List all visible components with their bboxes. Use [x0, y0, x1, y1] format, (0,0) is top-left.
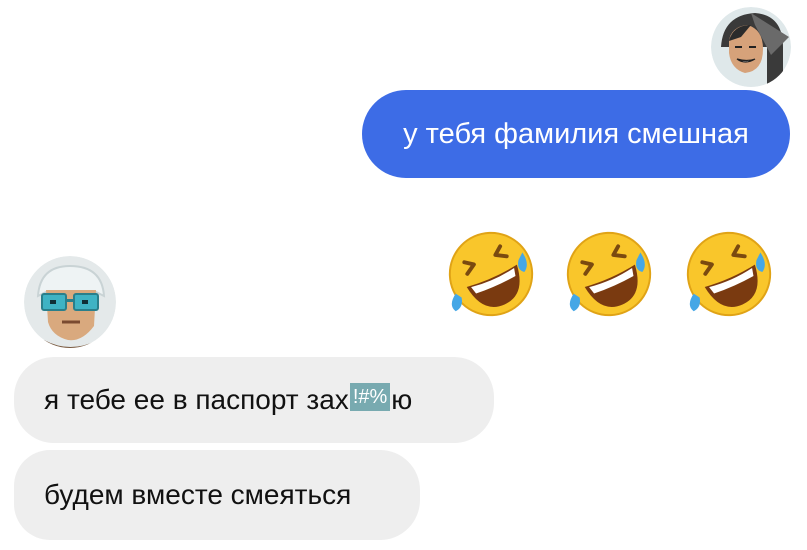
incoming-message-text-start: я тебе ее в паспорт зах: [44, 384, 349, 415]
incoming-message-text-end: ю: [391, 384, 413, 415]
outgoing-message-bubble[interactable]: у тебя фамилия смешная: [362, 90, 790, 178]
outgoing-message-text: у тебя фамилия смешная: [403, 117, 749, 150]
rofl-emoji-1: [442, 225, 540, 323]
rofl-emoji-3: [680, 225, 778, 323]
incoming-message-bubble-1[interactable]: я тебе ее в паспорт зах !#% ю: [14, 357, 494, 443]
incoming-message-text-2: будем вместе смеяться: [44, 479, 352, 510]
rofl-icon: [566, 231, 652, 317]
receiver-avatar[interactable]: [24, 256, 116, 348]
old-man-with-glasses-icon: [24, 256, 116, 348]
woman-avatar-icon: [711, 7, 791, 87]
sender-avatar[interactable]: [711, 7, 791, 87]
rofl-icon: [448, 231, 534, 317]
rofl-emoji-2: [560, 225, 658, 323]
incoming-message-bubble-2[interactable]: будем вместе смеяться: [14, 450, 420, 540]
censored-word-sticker: !#%: [349, 383, 391, 411]
rofl-icon: [686, 231, 772, 317]
